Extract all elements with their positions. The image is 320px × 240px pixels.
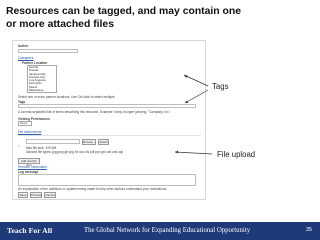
save-button[interactable]: Save xyxy=(18,192,28,198)
footer-bar: Teach For All The Global Network for Exp… xyxy=(0,222,320,240)
author-field[interactable] xyxy=(18,49,78,53)
tags-help: A comma-separated list of terms describi… xyxy=(18,110,172,114)
partner-location-list[interactable]: Detroit Hawaii Jacksonville Kansas City Los … xyxy=(27,65,57,93)
viewing-permission-select[interactable]: Open xyxy=(18,121,32,126)
attach-button[interactable]: Attach xyxy=(98,138,109,145)
file-attachments-link[interactable]: File attachments xyxy=(18,130,41,134)
author-label: Author xyxy=(18,44,29,48)
partner-location-help: Select one or more partner locations. Us… xyxy=(18,95,116,99)
categories-toggle[interactable]: Categories xyxy=(18,56,33,60)
browse-button[interactable]: Browse... xyxy=(82,138,96,145)
log-message-textarea[interactable] xyxy=(18,174,196,186)
radio-icon[interactable]: ○ xyxy=(18,144,20,148)
page-number: 35 xyxy=(306,227,312,233)
revision-information-toggle[interactable]: Revision information xyxy=(18,165,47,169)
log-message-label: Log message xyxy=(18,169,39,174)
file-path-field[interactable] xyxy=(26,139,80,144)
partner-location-option[interactable]: New Orleans xyxy=(29,92,47,93)
footer-brand-logo: Teach For All xyxy=(7,226,53,235)
viewing-permission-value: Open xyxy=(20,121,28,125)
allowed-types-note: Allowed file types: jpg jpeg gif png txt… xyxy=(26,150,124,154)
log-message-help: An explanation of the additions or updat… xyxy=(18,187,168,191)
slide-title: Resources can be tagged, and may contain… xyxy=(6,6,242,30)
tags-field[interactable] xyxy=(18,104,196,108)
divider xyxy=(18,135,201,136)
resource-form-screenshot: Author Categories Partner Location Detro… xyxy=(12,40,206,200)
cancel-button[interactable]: Cancel xyxy=(44,192,56,198)
partner-location-label: Partner Location xyxy=(22,60,48,65)
add-another-item-button[interactable]: Add another item xyxy=(18,158,40,167)
tags-annotation: Tags xyxy=(212,82,229,91)
preview-button[interactable]: Preview xyxy=(30,192,42,198)
footer-tagline: The Global Network for Expanding Educati… xyxy=(84,226,251,234)
file-upload-annotation: File upload xyxy=(217,150,256,159)
